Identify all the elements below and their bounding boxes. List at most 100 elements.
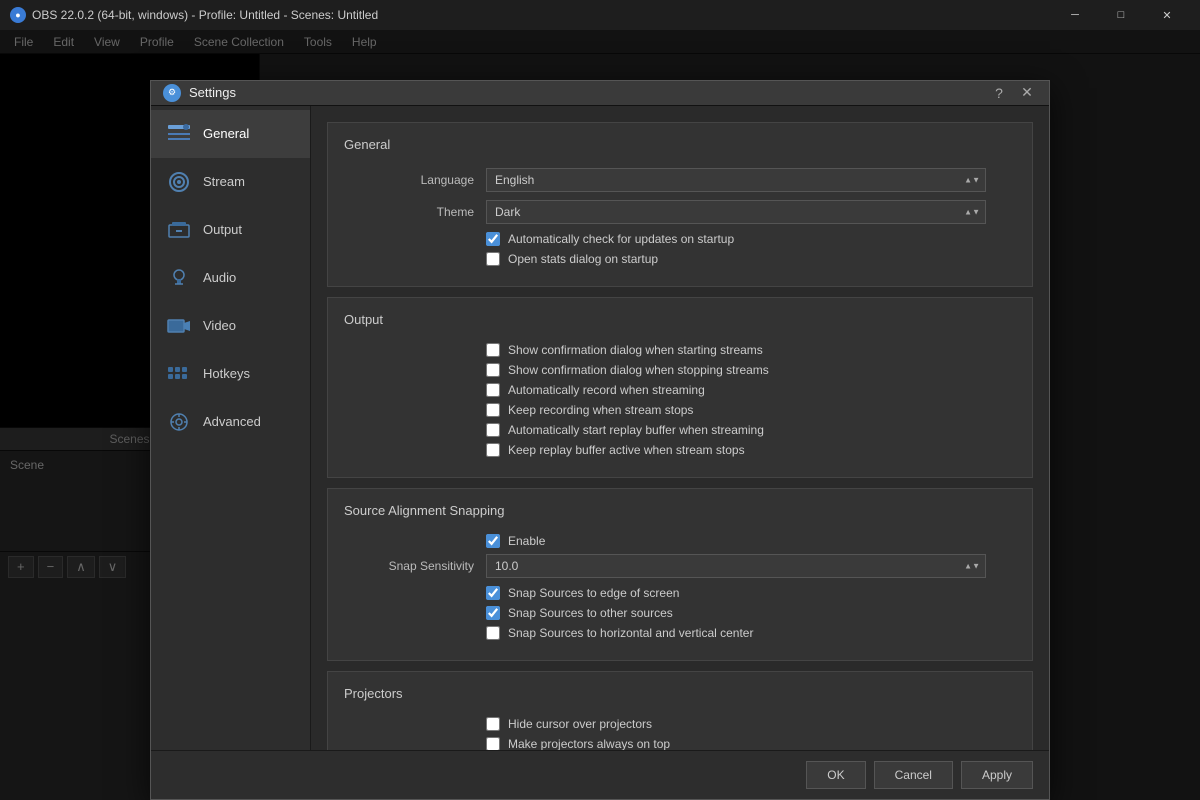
confirm-start-checkbox[interactable] [486,343,500,357]
ok-button[interactable]: OK [806,761,865,789]
nav-general-label: General [203,126,249,141]
section-snapping-title: Source Alignment Snapping [344,503,1016,522]
auto-update-label: Automatically check for updates on start… [508,232,734,246]
section-general: General Language English Theme [327,122,1033,287]
snap-edge-row: Snap Sources to edge of screen [486,586,1016,600]
title-bar: ● OBS 22.0.2 (64-bit, windows) - Profile… [0,0,1200,30]
language-label: Language [344,173,474,187]
replay-active-checkbox[interactable] [486,443,500,457]
hotkeys-icon [165,360,193,388]
snap-edge-checkbox[interactable] [486,586,500,600]
settings-help-button[interactable]: ? [989,83,1009,103]
theme-label: Theme [344,205,474,219]
video-icon [165,312,193,340]
settings-footer: OK Cancel Apply [151,750,1049,799]
theme-select-wrapper: Dark [486,200,986,224]
output-icon [165,216,193,244]
language-select[interactable]: English [486,168,986,192]
auto-record-label: Automatically record when streaming [508,383,705,397]
snap-sensitivity-row: Snap Sensitivity 10.0 [344,554,1016,578]
hide-cursor-checkbox[interactable] [486,717,500,731]
title-bar-controls: ─ □ ✕ [1052,0,1190,30]
settings-title-bar: ⚙ Settings ? ✕ [151,81,1049,106]
settings-title-text: Settings [189,85,989,100]
section-snapping: Source Alignment Snapping Enable Snap Se… [327,488,1033,661]
auto-update-checkbox[interactable] [486,232,500,246]
confirm-start-row: Show confirmation dialog when starting s… [486,343,1016,357]
settings-overlay: ⚙ Settings ? ✕ [0,30,1200,800]
cancel-button[interactable]: Cancel [874,761,953,789]
replay-buffer-checkbox[interactable] [486,423,500,437]
nav-item-stream[interactable]: Stream [151,158,310,206]
nav-video-label: Video [203,318,236,333]
snap-sources-checkbox[interactable] [486,606,500,620]
confirm-stop-row: Show confirmation dialog when stopping s… [486,363,1016,377]
auto-update-row: Automatically check for updates on start… [486,232,1016,246]
settings-nav: General Stream [151,106,311,750]
nav-hotkeys-label: Hotkeys [203,366,250,381]
snap-sensitivity-control: 10.0 [486,554,1016,578]
nav-output-label: Output [203,222,242,237]
snapping-enable-checkbox[interactable] [486,534,500,548]
language-control: English [486,168,1016,192]
audio-icon [165,264,193,292]
keep-recording-checkbox[interactable] [486,403,500,417]
confirm-stop-checkbox[interactable] [486,363,500,377]
auto-record-row: Automatically record when streaming [486,383,1016,397]
section-projectors: Projectors Hide cursor over projectors M… [327,671,1033,750]
nav-item-audio[interactable]: Audio [151,254,310,302]
always-on-top-checkbox[interactable] [486,737,500,750]
snap-center-row: Snap Sources to horizontal and vertical … [486,626,1016,640]
keep-recording-label: Keep recording when stream stops [508,403,693,417]
nav-item-advanced[interactable]: Advanced [151,398,310,446]
open-stats-checkbox[interactable] [486,252,500,266]
settings-body: General Stream [151,106,1049,750]
title-bar-text: OBS 22.0.2 (64-bit, windows) - Profile: … [32,8,1052,22]
language-row: Language English [344,168,1016,192]
nav-item-output[interactable]: Output [151,206,310,254]
snap-edge-label: Snap Sources to edge of screen [508,586,679,600]
auto-record-checkbox[interactable] [486,383,500,397]
settings-content: General Language English Theme [311,106,1049,750]
section-general-title: General [344,137,1016,156]
confirm-stop-label: Show confirmation dialog when stopping s… [508,363,769,377]
nav-audio-label: Audio [203,270,236,285]
snap-sources-label: Snap Sources to other sources [508,606,673,620]
language-select-wrapper: English [486,168,986,192]
theme-control: Dark [486,200,1016,224]
replay-active-row: Keep replay buffer active when stream st… [486,443,1016,457]
section-output: Output Show confirmation dialog when sta… [327,297,1033,478]
replay-active-label: Keep replay buffer active when stream st… [508,443,745,457]
always-on-top-label: Make projectors always on top [508,737,670,750]
snap-center-checkbox[interactable] [486,626,500,640]
maximize-button[interactable]: □ [1098,0,1144,30]
snapping-enable-row: Enable [486,534,1016,548]
nav-stream-label: Stream [203,174,245,189]
open-stats-label: Open stats dialog on startup [508,252,658,266]
settings-close-button[interactable]: ✕ [1017,83,1037,103]
keep-recording-row: Keep recording when stream stops [486,403,1016,417]
nav-item-general[interactable]: General [151,110,310,158]
snap-sensitivity-wrapper: 10.0 [486,554,986,578]
confirm-start-label: Show confirmation dialog when starting s… [508,343,763,357]
stream-icon [165,168,193,196]
snap-sensitivity-input[interactable]: 10.0 [486,554,986,578]
hide-cursor-label: Hide cursor over projectors [508,717,652,731]
snap-sensitivity-label: Snap Sensitivity [344,559,474,573]
nav-item-video[interactable]: Video [151,302,310,350]
close-button[interactable]: ✕ [1144,0,1190,30]
section-output-title: Output [344,312,1016,331]
nav-advanced-label: Advanced [203,414,261,429]
minimize-button[interactable]: ─ [1052,0,1098,30]
nav-item-hotkeys[interactable]: Hotkeys [151,350,310,398]
hide-cursor-row: Hide cursor over projectors [486,717,1016,731]
advanced-icon [165,408,193,436]
snapping-enable-label: Enable [508,534,545,548]
settings-icon: ⚙ [163,84,181,102]
always-on-top-row: Make projectors always on top [486,737,1016,750]
apply-button[interactable]: Apply [961,761,1033,789]
settings-title-controls: ? ✕ [989,83,1037,103]
theme-select[interactable]: Dark [486,200,986,224]
snap-center-label: Snap Sources to horizontal and vertical … [508,626,753,640]
replay-buffer-row: Automatically start replay buffer when s… [486,423,1016,437]
